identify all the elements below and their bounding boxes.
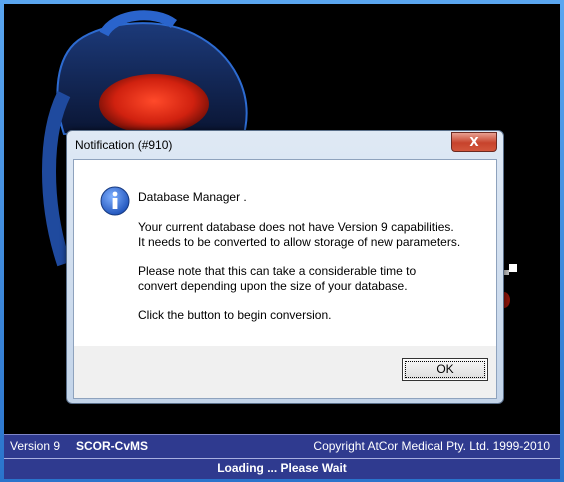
version-label: Version 9: [10, 439, 61, 453]
dialog-button-bar: OK: [74, 346, 496, 398]
close-button[interactable]: X: [451, 132, 497, 152]
footer-info-row: Version 9 SCOR-CvMS Copyright AtCor Medi…: [4, 435, 560, 459]
ok-button[interactable]: OK: [402, 358, 488, 381]
info-icon: [100, 186, 130, 216]
product-name: SCOR-CvMS: [76, 439, 149, 453]
loading-text: Loading ... Please Wait: [217, 461, 347, 475]
dialog-title: Notification (#910): [75, 138, 173, 152]
message-paragraph-2: Please note that this can take a conside…: [138, 264, 417, 293]
message-paragraph-1: Your current database does not have Vers…: [138, 220, 461, 249]
dialog-content: Database Manager . Your current database…: [73, 159, 497, 399]
status-footer: Version 9 SCOR-CvMS Copyright AtCor Medi…: [4, 434, 560, 479]
message-paragraph-3: Click the button to begin conversion.: [138, 308, 332, 322]
notification-dialog: Notification (#910) X Database Manager .…: [66, 130, 504, 404]
window-frame: Version 9 SCOR-CvMS Copyright AtCor Medi…: [0, 0, 564, 482]
message-heading: Database Manager .: [138, 190, 247, 204]
copyright-text: Copyright AtCor Medical Pty. Ltd. 1999-2…: [313, 439, 550, 453]
